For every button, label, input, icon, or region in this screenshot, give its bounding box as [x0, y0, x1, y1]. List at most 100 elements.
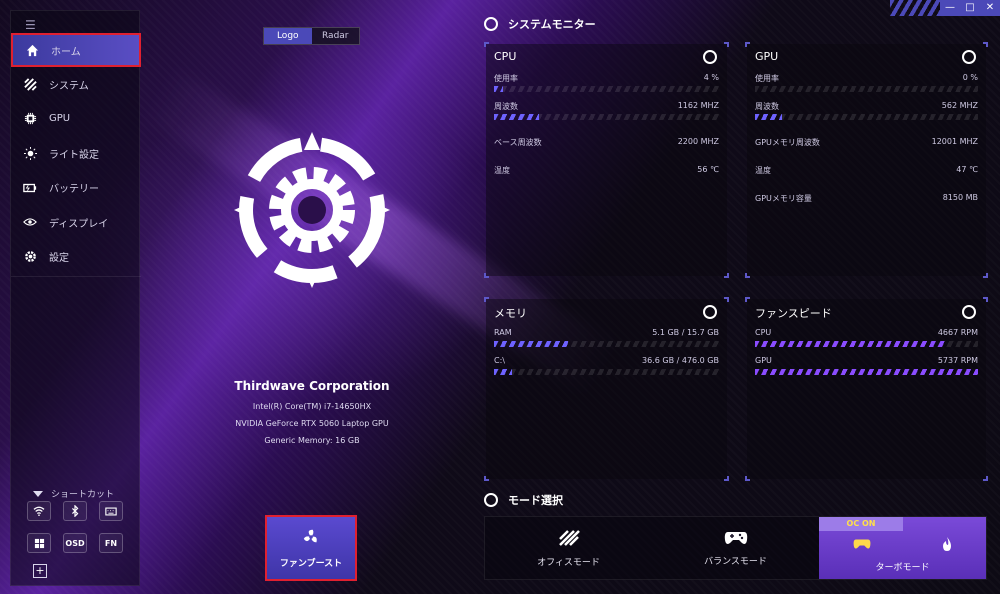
fan-boost-label: ファンブースト [279, 558, 343, 569]
mode-panel: オフィスモード バランスモード OC ON ターボモード [484, 516, 987, 580]
sidebar-item-settings[interactable]: 設定 [11, 240, 141, 275]
sidebar: ☰ ホーム システム GPU ライト設定 バッテリー ディスプレイ 設定 ショー… [10, 10, 141, 586]
sidebar-item-gpu[interactable]: GPU [11, 102, 141, 137]
light-icon [23, 146, 37, 160]
balance-mode-button[interactable]: バランスモード [652, 517, 819, 579]
gpu-mem-cap-label: GPUメモリ容量 [755, 194, 812, 203]
ram-label: RAM [494, 328, 512, 337]
gear-icon [23, 250, 37, 264]
office-mode-button[interactable]: オフィスモード [485, 517, 652, 579]
cpu-temp-value: 56 ℃ [697, 165, 719, 174]
fan-icon [303, 529, 317, 542]
cpu-model: Intel(R) Core(TM) i7-14650HX [252, 402, 372, 411]
gpu-freq-label: 周波数 [755, 102, 779, 111]
fan-gpu-fill [755, 369, 978, 375]
battery-icon [23, 181, 37, 195]
fan-gpu-bar [755, 369, 978, 375]
cpu-base-freq-label: ベース周波数 [494, 138, 542, 147]
ram-value: 5.1 GB / 15.7 GB [652, 328, 719, 337]
oc-on-badge: OC ON [819, 517, 903, 531]
sidebar-item-label: システム [49, 80, 89, 92]
minimize-button[interactable]: — [940, 0, 960, 16]
flame-icon [942, 536, 951, 551]
memory-panel-title: メモリ [494, 307, 527, 320]
collapse-triangle-icon [33, 490, 43, 497]
disk-bar [494, 369, 719, 375]
section-ring-icon [484, 17, 498, 31]
cpu-base-freq-value: 2200 MHZ [677, 137, 719, 146]
gpu-mem-cap-value: 8150 MB [942, 193, 978, 202]
memory-info: Generic Memory: 16 GB [264, 436, 360, 445]
gpu-freq-fill [755, 114, 782, 120]
shortcut-windows-button[interactable] [27, 533, 51, 553]
shortcut-header[interactable]: ショートカット [33, 487, 114, 500]
turbo-mode-label: ターボモード [875, 562, 930, 573]
sidebar-item-battery[interactable]: バッテリー [11, 171, 141, 206]
cpu-loading-ring-icon [703, 50, 717, 64]
gpu-freq-bar [755, 114, 978, 120]
gpu-panel-title: GPU [755, 50, 779, 63]
gpu-mem-freq-value: 12001 MHZ [931, 137, 978, 146]
sidebar-item-light[interactable]: ライト設定 [11, 136, 141, 171]
gpu-loading-ring-icon [962, 50, 976, 64]
toggle-radar[interactable]: Radar [312, 28, 360, 44]
company-name: Thirdwave Corporation [234, 379, 390, 393]
shortcut-bluetooth-button[interactable] [63, 501, 87, 521]
shortcut-osd-button[interactable]: OSD [63, 533, 87, 553]
system-icon [23, 77, 37, 91]
fan-panel-title: ファンスピード [755, 307, 832, 320]
hamburger-menu-icon[interactable]: ☰ [25, 19, 39, 31]
gpu-temp-value: 47 ℃ [956, 165, 978, 174]
sidebar-item-system[interactable]: システム [11, 67, 141, 102]
divider [11, 276, 141, 277]
disk-value: 36.6 GB / 476.0 GB [642, 356, 719, 365]
shortcut-wifi-button[interactable] [27, 501, 51, 521]
sidebar-item-home[interactable]: ホーム [11, 33, 141, 67]
gpu-usage-value: 0 % [962, 73, 978, 82]
fan-cpu-label: CPU [755, 328, 772, 337]
mode-select-header: モード選択 [484, 492, 563, 508]
sidebar-item-display[interactable]: ディスプレイ [11, 205, 141, 240]
fan-cpu-fill [755, 341, 945, 347]
sidebar-item-label: ディスプレイ [49, 218, 109, 230]
gpu-panel: GPU 使用率 0 % 周波数 562 MHZ GPUメモリ周波数 12001 MHZ… [745, 42, 988, 278]
cpu-panel: CPU 使用率 4 % 周波数 1162 MHZ ベース周波数 2200 MHZ 温度… [484, 42, 729, 278]
gamepad-icon [724, 531, 747, 544]
ram-bar [494, 341, 719, 347]
toggle-logo[interactable]: Logo [264, 28, 312, 44]
fan-gpu-label: GPU [755, 356, 772, 365]
sidebar-item-label: ライト設定 [49, 149, 99, 161]
window-controls: — □ ✕ [890, 0, 1000, 16]
office-mode-label: オフィスモード [537, 557, 600, 568]
close-button[interactable]: ✕ [980, 0, 1000, 16]
system-monitor-title: システムモニター [508, 18, 596, 31]
maximize-button[interactable]: □ [960, 0, 980, 16]
osd-label: OSD [65, 538, 85, 548]
turbo-mode-button[interactable]: OC ON ターボモード [819, 517, 986, 579]
brand-logo-icon [234, 132, 390, 288]
fan-boost-button[interactable]: ファンブースト [265, 515, 357, 581]
home-icon [25, 43, 39, 57]
sidebar-item-label: GPU [49, 113, 71, 125]
shortcut-fn-button[interactable]: FN [99, 533, 123, 553]
gpu-usage-bar [755, 86, 978, 92]
sidebar-nav: ホーム システム GPU ライト設定 バッテリー ディスプレイ 設定 [11, 33, 141, 274]
cpu-freq-value: 1162 MHZ [677, 101, 719, 110]
windows-icon [34, 538, 44, 548]
memory-loading-ring-icon [703, 305, 717, 319]
disk-label: C:\ [494, 356, 505, 365]
shortcut-keyboard-button[interactable] [99, 501, 123, 521]
disk-fill [494, 369, 512, 375]
office-mode-icon [558, 529, 580, 546]
sidebar-item-label: ホーム [51, 46, 81, 58]
gpu-freq-value: 562 MHZ [941, 101, 978, 110]
wifi-icon [33, 506, 45, 516]
cpu-panel-title: CPU [494, 50, 517, 63]
shortcut-title: ショートカット [51, 490, 115, 500]
logo-radar-toggle: Logo Radar [263, 27, 360, 45]
fan-gpu-value: 5737 RPM [937, 356, 978, 365]
cpu-usage-fill [494, 86, 503, 92]
cpu-freq-label: 周波数 [494, 102, 518, 111]
add-shortcut-icon[interactable]: + [33, 564, 47, 578]
gpu-usage-label: 使用率 [755, 74, 779, 83]
